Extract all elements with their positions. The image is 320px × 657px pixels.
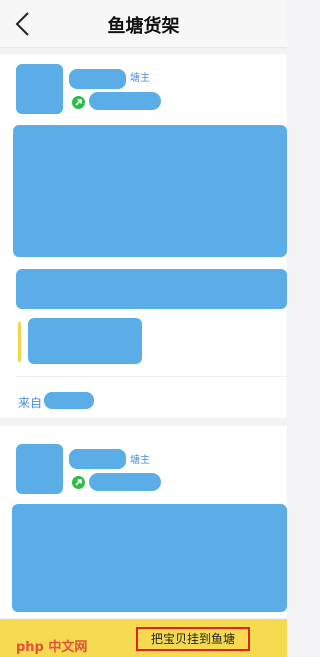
- source-label: 来自: [18, 396, 43, 410]
- tag-placeholder: [89, 92, 161, 110]
- trend-arrow-icon: [72, 476, 85, 489]
- role-badge: 塘主: [130, 73, 150, 84]
- username-placeholder[interactable]: [69, 449, 126, 469]
- avatar[interactable]: [16, 64, 63, 114]
- trend-arrow-icon: [72, 96, 85, 109]
- divider: [16, 376, 287, 377]
- post-card[interactable]: 塘主 来自: [0, 54, 287, 418]
- page-title: 鱼塘货架: [107, 16, 180, 37]
- quote-placeholder[interactable]: [28, 318, 142, 364]
- post-image[interactable]: [13, 125, 287, 257]
- top-nav-bar: 鱼塘货架: [0, 0, 287, 48]
- username-placeholder[interactable]: [69, 69, 126, 89]
- role-badge: 塘主: [130, 455, 150, 466]
- source-link-placeholder[interactable]: [44, 392, 94, 409]
- tag-placeholder: [89, 473, 161, 491]
- avatar[interactable]: [16, 444, 63, 494]
- post-title-placeholder[interactable]: [16, 269, 287, 309]
- post-card[interactable]: 塘主: [0, 426, 287, 618]
- post-image[interactable]: [12, 504, 287, 612]
- post-to-pond-button[interactable]: 把宝贝挂到鱼塘: [136, 627, 250, 651]
- quote-accent-line: [18, 322, 21, 362]
- watermark-logo: php 中文网: [16, 640, 88, 655]
